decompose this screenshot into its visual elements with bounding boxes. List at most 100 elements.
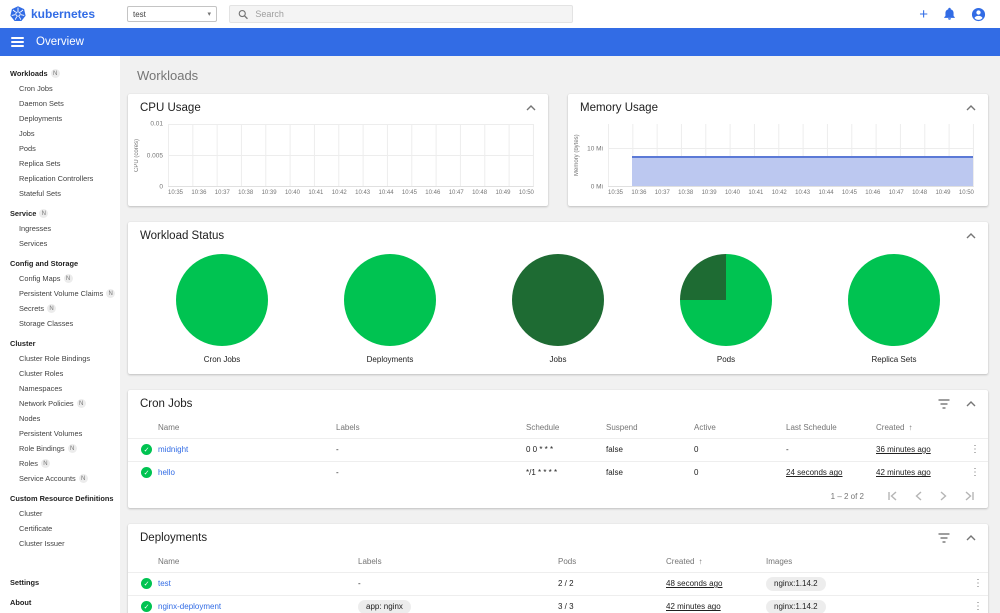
notifications-button[interactable] [943, 7, 956, 21]
workload-status-charts: Cron Jobs Deployments Jobs Pods Replica … [128, 250, 988, 364]
search-input[interactable] [255, 9, 564, 19]
sidebar-item[interactable]: Config Maps N [0, 271, 120, 286]
search-bar[interactable] [229, 5, 573, 23]
namespaced-badge: N [47, 304, 57, 313]
column-header[interactable]: Pods [558, 552, 666, 572]
sidebar-item[interactable]: Certificate [0, 521, 120, 536]
status-ok-icon: ✓ [141, 467, 152, 479]
row-menu-button[interactable]: ⋮ [962, 437, 988, 461]
column-header[interactable]: Images [766, 552, 968, 572]
sidebar-item-label: Persistent Volume Claims [19, 289, 104, 298]
sidebar-item[interactable]: Pods [0, 141, 120, 156]
previous-page-button[interactable] [915, 491, 922, 501]
cron-job-link[interactable]: hello [158, 468, 175, 477]
sidebar-item[interactable]: Cluster Role Bindings [0, 351, 120, 366]
menu-icon[interactable] [11, 37, 24, 47]
memory-usage-card: Memory Usage Memory (bytes) 10 Mi 0 Mi 10 [568, 94, 988, 206]
sidebar-item-label: Replica Sets [19, 159, 61, 168]
column-header[interactable]: Name [158, 418, 336, 438]
sidebar-item[interactable]: Role Bindings N [0, 441, 120, 456]
filter-button[interactable] [938, 399, 950, 409]
sidebar-item-label: Pods [19, 144, 36, 153]
sidebar-item[interactable]: Ingresses [0, 221, 120, 236]
column-header[interactable]: Suspend [606, 418, 694, 438]
chevron-up-icon [966, 401, 976, 407]
x-axis-tick: 10:45 [401, 190, 417, 196]
chevron-right-icon [940, 491, 947, 501]
memory-usage-chart: Memory (bytes) 10 Mi 0 Mi 10:35 10:36 10:37… [572, 124, 974, 198]
deployments-card: Deployments Name Labels Pods Created ↑ I… [128, 524, 988, 613]
sidebar-item-label: Deployments [19, 114, 63, 123]
sidebar-item[interactable]: Secrets N [0, 301, 120, 316]
sidebar-item[interactable]: Nodes [0, 411, 120, 426]
sidebar-item[interactable]: Storage Classes [0, 316, 120, 331]
namespaced-badge: N [50, 69, 60, 78]
sidebar-item[interactable]: About [0, 595, 120, 610]
column-header[interactable]: Active [694, 418, 786, 438]
row-menu-button[interactable]: ⋮ [968, 571, 988, 595]
deployment-link[interactable]: test [158, 579, 171, 588]
kubernetes-logo[interactable]: kubernetes [0, 6, 120, 22]
sidebar-item[interactable]: Workloads N [0, 66, 120, 81]
sidebar-item[interactable]: Settings [0, 575, 120, 590]
sidebar-item[interactable]: Cluster [0, 506, 120, 521]
column-header[interactable]: Labels [358, 552, 558, 572]
filter-button[interactable] [938, 533, 950, 543]
sidebar-item-label: Network Policies [19, 399, 74, 408]
x-axis-tick: 10:39 [261, 190, 277, 196]
row-menu-button[interactable]: ⋮ [962, 460, 988, 484]
sidebar-item[interactable]: Services [0, 236, 120, 251]
sidebar-item-label: Certificate [19, 524, 53, 533]
row-menu-button[interactable]: ⋮ [968, 594, 988, 613]
sidebar-item[interactable]: Service Accounts N [0, 471, 120, 486]
x-axis-tick: 10:42 [771, 190, 787, 196]
collapse-button[interactable] [966, 105, 976, 111]
sidebar-item[interactable]: Cluster Issuer [0, 536, 120, 551]
collapse-button[interactable] [526, 105, 536, 111]
sidebar-item[interactable]: Persistent Volumes [0, 426, 120, 441]
labels-cell: - [336, 445, 339, 454]
cpu-usage-card: CPU Usage CPU (cores) 0.01 0.005 0 10:35 10… [128, 94, 548, 206]
column-header[interactable]: Last Schedule [786, 418, 876, 438]
sidebar-item[interactable]: Persistent Volume Claims N [0, 286, 120, 301]
card-title: CPU Usage [140, 102, 201, 114]
column-header[interactable]: Name [158, 552, 358, 572]
sidebar-item-label: Storage Classes [19, 319, 74, 328]
sidebar-item[interactable]: Jobs [0, 126, 120, 141]
sidebar-item[interactable]: Service N [0, 206, 120, 221]
namespace-select[interactable]: test ▾ [127, 6, 217, 22]
collapse-button[interactable] [966, 233, 976, 239]
sidebar-item[interactable]: Deployments [0, 111, 120, 126]
create-button[interactable]: + [919, 7, 928, 22]
sidebar-item[interactable]: Namespaces [0, 381, 120, 396]
sidebar-item[interactable]: Stateful Sets [0, 186, 120, 201]
column-header-sorted[interactable]: Created ↑ [666, 552, 766, 572]
sidebar-item[interactable]: Replication Controllers [0, 171, 120, 186]
next-page-button[interactable] [940, 491, 947, 501]
sidebar-item[interactable]: Cron Jobs [0, 81, 120, 96]
collapse-button[interactable] [966, 401, 976, 407]
sidebar-item[interactable]: Daemon Sets [0, 96, 120, 111]
namespaced-badge: N [39, 209, 49, 218]
sidebar-item[interactable]: Network Policies N [0, 396, 120, 411]
deployment-link[interactable]: nginx-deployment [158, 602, 221, 611]
cron-job-link[interactable]: midnight [158, 445, 188, 454]
y-axis-tick: 0.005 [146, 152, 163, 159]
sidebar-item[interactable]: Roles N [0, 456, 120, 471]
account-button[interactable] [971, 7, 986, 22]
sort-ascending-icon: ↑ [908, 423, 913, 433]
sort-ascending-icon: ↑ [698, 557, 703, 567]
column-header-sorted[interactable]: Created ↑ [876, 418, 962, 438]
sidebar-item-label: Cron Jobs [19, 84, 53, 93]
sidebar-item[interactable]: Cluster Roles [0, 366, 120, 381]
cpu-plot-area [168, 124, 534, 187]
sidebar-item[interactable]: Replica Sets [0, 156, 120, 171]
image-chip: nginx:1.14.2 [766, 599, 826, 613]
column-header[interactable]: Schedule [526, 418, 606, 438]
x-axis-tick: 10:42 [331, 190, 347, 196]
y-axis-ticks: 10 Mi 0 Mi [582, 124, 608, 191]
last-page-button[interactable] [965, 491, 974, 501]
column-header[interactable]: Labels [336, 418, 526, 438]
first-page-button[interactable] [888, 491, 897, 501]
collapse-button[interactable] [966, 535, 976, 541]
